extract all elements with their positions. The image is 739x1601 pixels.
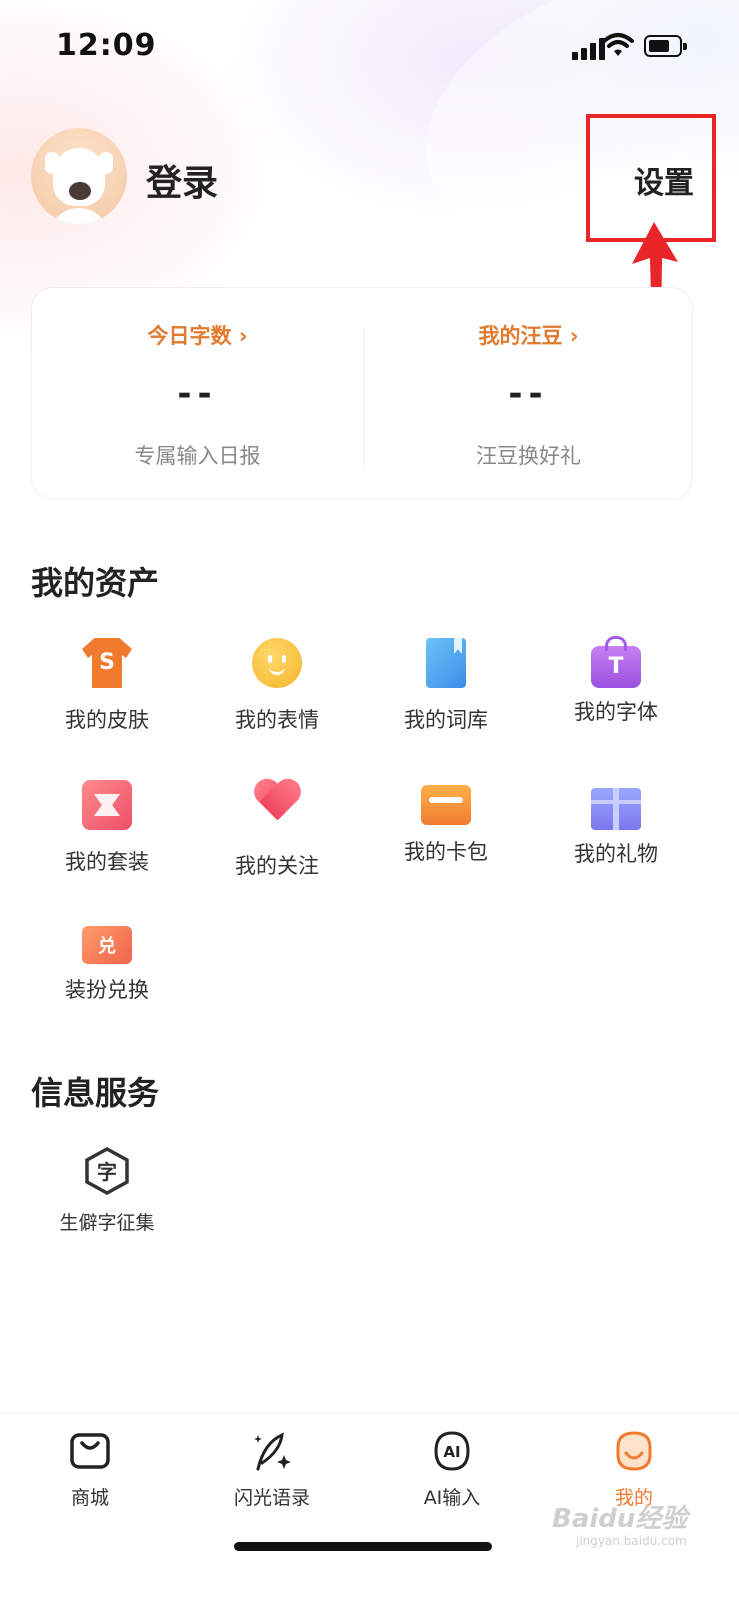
wang-beans-value: -- — [508, 374, 549, 414]
nav-label: 商城 — [70, 1487, 109, 1509]
shop-bag-icon — [70, 1433, 110, 1469]
book-icon — [426, 638, 466, 688]
asset-item-label: 我的字体 — [574, 700, 658, 724]
asset-item-skin[interactable]: 我的皮肤 — [22, 638, 192, 734]
smile-icon — [252, 638, 302, 688]
card-icon — [421, 785, 471, 825]
asset-item-label: 我的词库 — [404, 708, 488, 732]
ticket-icon — [82, 926, 132, 964]
wifi-icon — [602, 33, 634, 56]
asset-item-label: 我的表情 — [235, 708, 319, 732]
svg-text:AI: AI — [443, 1443, 460, 1461]
today-words-subtitle: 专属输入日报 — [134, 444, 261, 468]
wang-beans-subtitle: 汪豆换好礼 — [476, 444, 581, 468]
heart-icon — [252, 780, 302, 830]
asset-item-label: 我的皮肤 — [65, 708, 149, 732]
battery-icon — [644, 35, 687, 57]
wang-beans-panel[interactable]: 我的汪豆 › -- 汪豆换好礼 — [363, 288, 694, 501]
asset-item-label: 我的关注 — [235, 854, 319, 878]
hexagon-char-icon: 字 — [85, 1147, 129, 1195]
today-words-value: -- — [177, 374, 218, 414]
gift-icon — [591, 788, 641, 830]
avatar[interactable] — [31, 128, 127, 224]
svg-text:字: 字 — [97, 1160, 117, 1184]
asset-item-label: 我的礼物 — [574, 842, 658, 866]
nav-item-quotes[interactable]: 闪光语录 — [212, 1429, 332, 1510]
profile-face-icon — [616, 1431, 652, 1471]
asset-item-gift[interactable]: 我的礼物 — [531, 780, 701, 868]
asset-item-label: 我的卡包 — [404, 840, 488, 864]
stats-card: 今日字数 › -- 专属输入日报 我的汪豆 › -- 汪豆换好礼 — [31, 287, 693, 500]
nav-label: AI输入 — [423, 1487, 481, 1509]
status-time: 12:09 — [56, 28, 157, 63]
service-item-label: 生僻字征集 — [59, 1212, 155, 1234]
asset-item-emoji[interactable]: 我的表情 — [192, 638, 362, 734]
today-words-panel[interactable]: 今日字数 › -- 专属输入日报 — [32, 288, 363, 501]
assets-section-title: 我的资产 — [31, 564, 160, 602]
font-bag-icon — [591, 636, 641, 688]
ai-icon: AI — [434, 1431, 470, 1471]
watermark-brand: Baidu经验 — [552, 1504, 688, 1534]
asset-item-font[interactable]: 我的字体 — [531, 636, 701, 726]
nav-item-shop[interactable]: 商城 — [30, 1429, 150, 1510]
shirt-icon — [82, 638, 132, 688]
today-words-link[interactable]: 今日字数 › — [32, 320, 363, 350]
status-bar: 12:09 — [0, 0, 739, 92]
asset-item-card[interactable]: 我的卡包 — [361, 780, 531, 866]
asset-item-label: 装扮兑换 — [65, 978, 149, 1002]
wang-beans-link[interactable]: 我的汪豆 › — [363, 320, 694, 350]
watermark-url: jingyan.baidu.com — [576, 1534, 687, 1548]
asset-item-follow[interactable]: 我的关注 — [192, 780, 362, 880]
login-button[interactable]: 登录 — [146, 154, 218, 206]
asset-item-label: 我的套装 — [65, 850, 149, 874]
suit-icon — [82, 780, 132, 830]
feather-sparkle-icon — [254, 1432, 291, 1471]
asset-item-suit[interactable]: 我的套装 — [22, 780, 192, 876]
home-indicator[interactable] — [234, 1542, 492, 1551]
asset-item-lexicon[interactable]: 我的词库 — [361, 638, 531, 734]
services-section-title: 信息服务 — [31, 1074, 160, 1112]
nav-item-ai-input[interactable]: AI AI输入 — [392, 1429, 512, 1510]
nav-label: 闪光语录 — [233, 1487, 310, 1509]
asset-item-redeem[interactable]: 装扮兑换 — [22, 920, 192, 1004]
service-item-rare-char[interactable]: 字 生僻字征集 — [22, 1146, 192, 1235]
